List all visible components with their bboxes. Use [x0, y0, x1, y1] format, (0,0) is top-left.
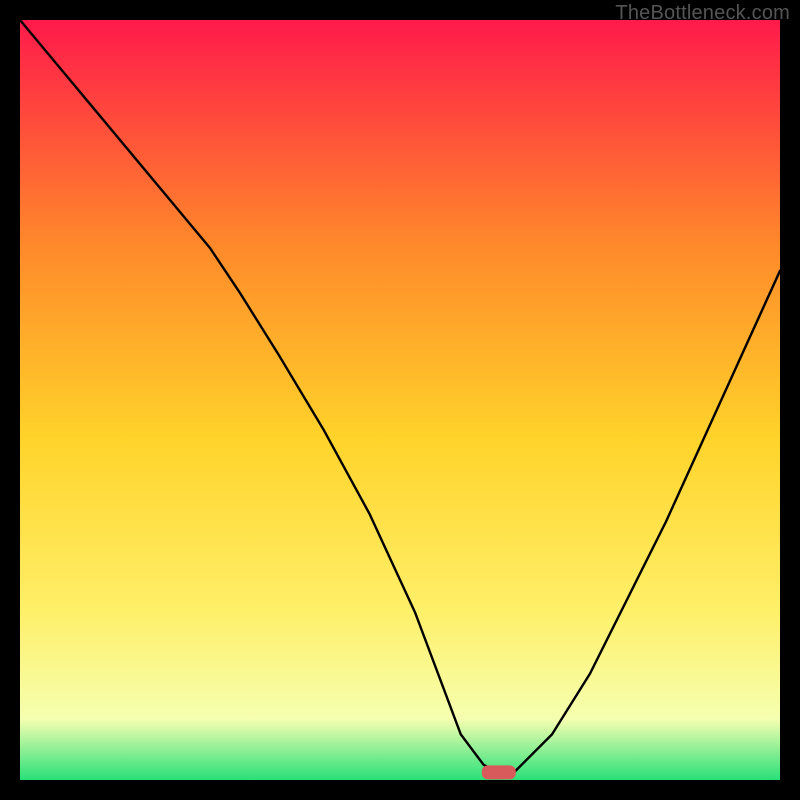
chart-frame: TheBottleneck.com	[0, 0, 800, 800]
gradient-background	[20, 20, 780, 780]
optimal-marker	[482, 765, 516, 779]
plot-area	[20, 20, 780, 780]
watermark-text: TheBottleneck.com	[615, 2, 790, 25]
chart-svg	[20, 20, 780, 780]
